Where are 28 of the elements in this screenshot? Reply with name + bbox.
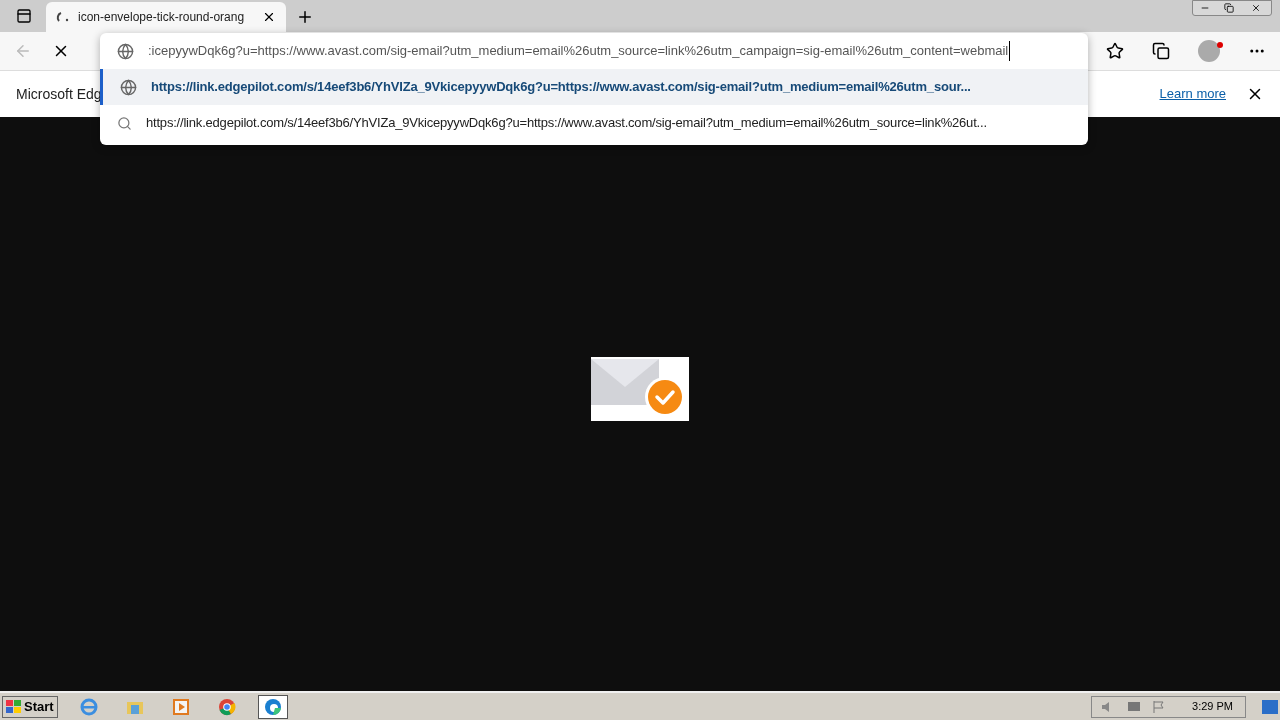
envelope-tick-icon	[591, 357, 689, 421]
taskbar-app[interactable]	[257, 694, 288, 719]
close-icon	[1251, 3, 1261, 13]
clock: 3:29 PM	[1192, 699, 1233, 715]
restore-icon	[1224, 3, 1234, 13]
tab-title: icon-envelope-tick-round-orang	[78, 9, 246, 26]
loading-icon	[56, 10, 70, 24]
search-icon	[117, 115, 132, 131]
suggestion-item[interactable]: https://link.edgepilot.com/s/14eef3b6/YhVIZa_9VkicepyywDqk6g?u=https://www.avast.com/sig-email?utm_medium=email%26utm_sour...	[100, 69, 1088, 105]
windows-logo-icon	[6, 699, 22, 714]
browser-e-icon	[79, 697, 98, 716]
chrome-icon	[217, 697, 236, 716]
address-field[interactable]: :icepyywDqk6g?u=https://www.avast.com/sig-email?utm_medium=email%26utm_source=link%26utm_campaign=sig-email%26utm_content=webmail	[100, 33, 1088, 69]
browser-tab[interactable]: icon-envelope-tick-round-orang	[46, 2, 286, 32]
collections-icon[interactable]	[1152, 42, 1170, 60]
plus-icon	[296, 8, 314, 26]
globe-icon	[120, 78, 137, 96]
edge-icon	[263, 697, 282, 716]
show-desktop-icon[interactable]	[1262, 699, 1278, 714]
learn-more-link[interactable]: Learn more	[1159, 84, 1226, 104]
tab-actions-icon	[16, 8, 32, 24]
suggestion-item[interactable]: https://link.edgepilot.com/s/14eef3b6/YhVIZa_9VkicepyywDqk6g?u=https://www.avast.com/sig-email?utm_medium=email%26utm_source=link%26ut...	[100, 105, 1088, 141]
profile-avatar[interactable]	[1198, 40, 1220, 62]
globe-icon	[117, 42, 134, 60]
close-icon[interactable]	[262, 10, 276, 24]
start-button[interactable]: Start	[2, 695, 58, 718]
play-icon	[171, 697, 190, 716]
favorites-icon[interactable]	[1106, 42, 1124, 60]
